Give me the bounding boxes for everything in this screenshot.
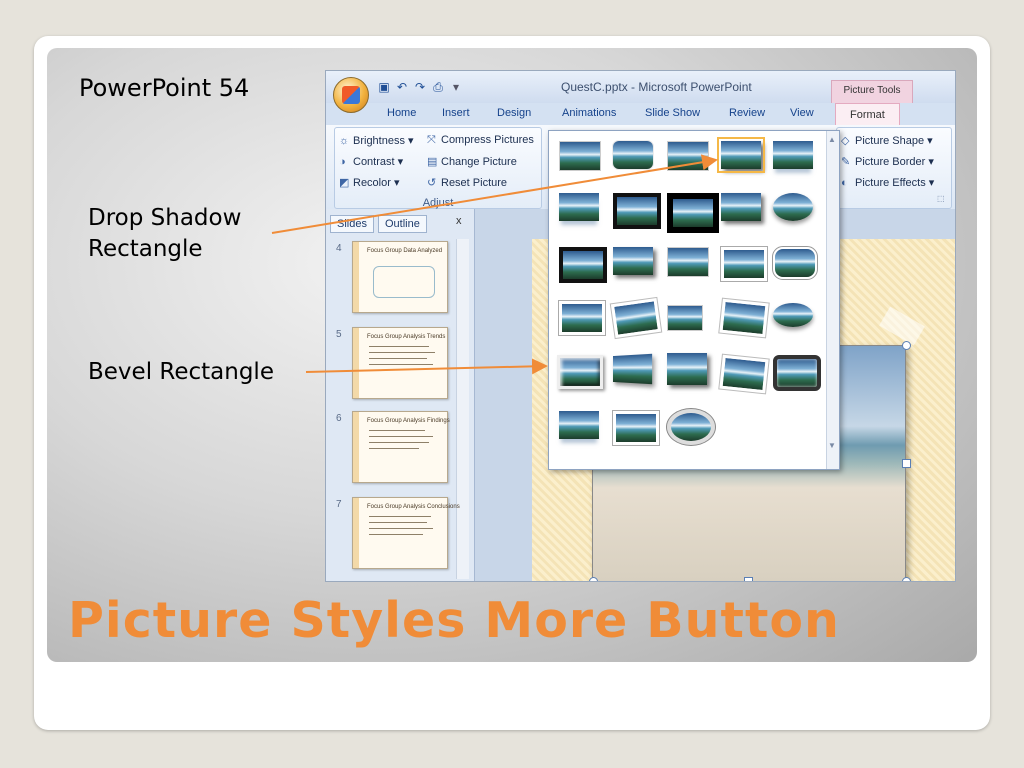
drop-shadow-arrow	[271, 154, 718, 234]
office-logo-icon[interactable]	[333, 77, 369, 113]
slide-title: Picture Styles More Button	[68, 592, 840, 649]
bevel-arrow	[305, 358, 548, 375]
callout-arrows	[271, 154, 718, 375]
